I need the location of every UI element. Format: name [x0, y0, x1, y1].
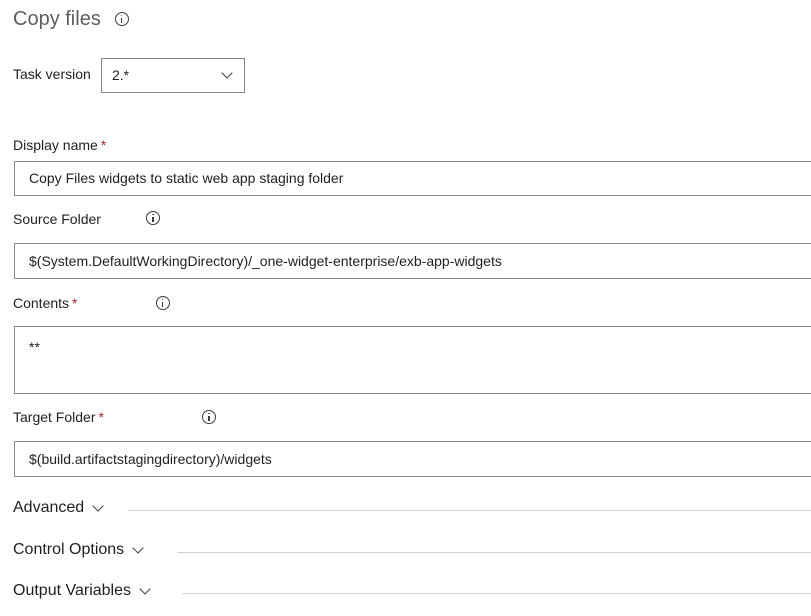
display-name-label-text: Display name: [13, 137, 98, 153]
chevron-down-icon: [221, 67, 233, 79]
section-advanced[interactable]: Advanced: [13, 499, 104, 517]
chevron-down-icon: [139, 582, 151, 595]
contents-textarea[interactable]: **: [14, 326, 811, 394]
display-name-label: Display name *: [13, 137, 106, 153]
section-control-options[interactable]: Control Options: [13, 541, 144, 559]
section-control-options-label: Control Options: [13, 541, 125, 558]
divider: [177, 552, 811, 553]
section-output-variables-label: Output Variables: [13, 582, 131, 599]
source-folder-field[interactable]: $(System.DefaultWorkingDirectory)/_one-w…: [14, 243, 811, 279]
target-folder-field[interactable]: $(build.artifactstagingdirectory)/widget…: [14, 441, 811, 477]
required-mark: *: [98, 409, 104, 425]
info-icon[interactable]: [146, 211, 161, 225]
required-mark: *: [72, 295, 78, 311]
target-folder-label: Target Folder *: [13, 409, 104, 425]
contents-label-text: Contents: [13, 295, 70, 311]
display-name-field[interactable]: Copy Files widgets to static web app sta…: [14, 161, 811, 196]
contents-label: Contents *: [13, 295, 78, 311]
chevron-down-icon: [92, 499, 104, 512]
task-version-value: 2.*: [112, 67, 130, 83]
info-icon[interactable]: [155, 296, 170, 310]
target-folder-value: $(build.artifactstagingdirectory)/widget…: [29, 451, 272, 467]
contents-value: **: [29, 339, 40, 355]
display-name-value: Copy Files widgets to static web app sta…: [29, 170, 344, 186]
info-icon[interactable]: [202, 410, 217, 424]
task-version-select[interactable]: 2.*: [101, 58, 245, 93]
target-folder-label-text: Target Folder: [13, 409, 96, 425]
task-version-label: Task version: [13, 66, 91, 82]
page-title-text: Copy files: [13, 8, 101, 30]
page-title: Copy files: [13, 8, 101, 31]
required-mark: *: [100, 137, 107, 153]
source-folder-value: $(System.DefaultWorkingDirectory)/_one-w…: [29, 253, 502, 269]
divider: [182, 593, 811, 594]
source-folder-label: Source Folder: [13, 211, 101, 227]
section-output-variables[interactable]: Output Variables: [13, 582, 151, 600]
divider: [128, 510, 811, 511]
section-advanced-label: Advanced: [13, 499, 85, 516]
chevron-down-icon: [132, 541, 144, 554]
info-icon[interactable]: [115, 12, 129, 26]
